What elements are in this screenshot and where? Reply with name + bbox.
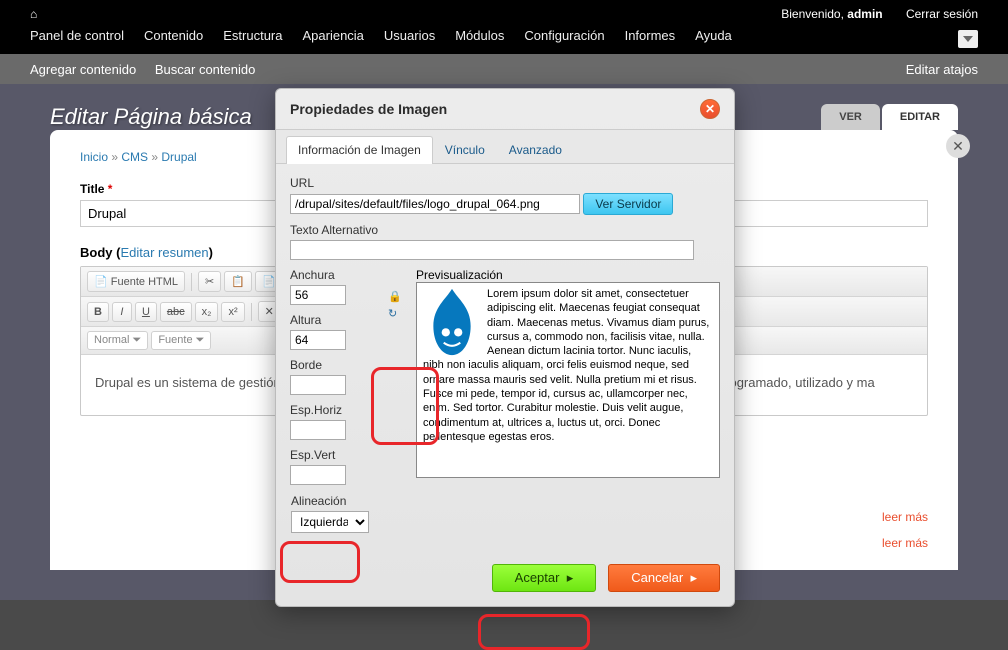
- alt-input[interactable]: [290, 240, 694, 260]
- bc-home[interactable]: Inicio: [80, 150, 108, 164]
- browse-server-button[interactable]: Ver Servidor: [583, 193, 673, 215]
- menu-structure[interactable]: Estructura: [223, 28, 282, 43]
- tab-view[interactable]: VER: [821, 104, 880, 130]
- accept-button[interactable]: Aceptar ▸: [492, 564, 597, 592]
- menu-dashboard[interactable]: Panel de control: [30, 28, 124, 43]
- copy-button[interactable]: 📋: [224, 271, 252, 292]
- bc-drupal[interactable]: Drupal: [161, 150, 196, 164]
- close-icon[interactable]: ✕: [946, 134, 970, 158]
- height-label: Altura: [290, 313, 374, 327]
- add-content-link[interactable]: Agregar contenido: [30, 62, 136, 77]
- tab-image-info[interactable]: Información de Imagen: [286, 136, 433, 164]
- find-content-link[interactable]: Buscar contenido: [155, 62, 255, 77]
- welcome-prefix: Bienvenido,: [781, 7, 844, 21]
- strike-button[interactable]: abc: [160, 302, 192, 322]
- source-button[interactable]: 📄 Fuente HTML: [87, 271, 185, 292]
- preview-label: Previsualización: [416, 268, 503, 282]
- border-input[interactable]: [290, 375, 346, 395]
- username: admin: [847, 7, 882, 21]
- url-label: URL: [290, 176, 720, 190]
- menu-help[interactable]: Ayuda: [695, 28, 732, 43]
- image-properties-dialog: Propiedades de Imagen ✕ Información de I…: [275, 88, 735, 607]
- menu-users[interactable]: Usuarios: [384, 28, 435, 43]
- body-label: Body: [80, 245, 113, 260]
- alt-label: Texto Alternativo: [290, 223, 720, 237]
- highlight-accept: [478, 614, 590, 650]
- dialog-close-button[interactable]: ✕: [700, 99, 720, 119]
- width-input[interactable]: [290, 285, 346, 305]
- tab-edit[interactable]: EDITAR: [882, 104, 958, 130]
- italic-button[interactable]: I: [112, 302, 132, 322]
- read-more-link-2[interactable]: leer más: [882, 536, 928, 550]
- menu-content[interactable]: Contenido: [144, 28, 203, 43]
- subscript-button[interactable]: x₂: [195, 302, 219, 322]
- edit-shortcuts-link[interactable]: Editar atajos: [906, 62, 978, 77]
- bold-button[interactable]: B: [87, 302, 109, 322]
- cut-button[interactable]: ✂: [198, 271, 221, 292]
- font-select[interactable]: Fuente ⏷: [151, 331, 211, 350]
- title-label: Title: [80, 182, 104, 196]
- menu-modules[interactable]: Módulos: [455, 28, 504, 43]
- underline-button[interactable]: U: [135, 302, 157, 322]
- menu-appearance[interactable]: Apariencia: [302, 28, 363, 43]
- bc-cms[interactable]: CMS: [121, 150, 148, 164]
- width-label: Anchura: [290, 268, 374, 282]
- edit-summary-link[interactable]: Editar resumen: [120, 245, 208, 260]
- page-title: Editar Página básica: [50, 104, 252, 130]
- toolbar-toggle[interactable]: [958, 30, 978, 48]
- align-select[interactable]: Izquierda: [291, 511, 369, 533]
- vspace-label: Esp.Vert: [290, 448, 374, 462]
- dialog-title: Propiedades de Imagen: [290, 101, 447, 117]
- hspace-label: Esp.Horiz: [290, 403, 374, 417]
- admin-menu: Panel de control Contenido Estructura Ap…: [0, 24, 1008, 47]
- reset-size-icon[interactable]: ↻: [388, 307, 402, 320]
- drupal-logo-icon: [423, 287, 481, 357]
- superscript-button[interactable]: x²: [221, 302, 244, 322]
- logout-link[interactable]: Cerrar sesión: [906, 7, 978, 21]
- hspace-input[interactable]: [290, 420, 346, 440]
- home-icon[interactable]: ⌂: [30, 7, 37, 21]
- menu-reports[interactable]: Informes: [625, 28, 676, 43]
- tab-link[interactable]: Vínculo: [433, 136, 497, 163]
- align-label: Alineación: [291, 494, 373, 508]
- border-label: Borde: [290, 358, 374, 372]
- preview-box: Lorem ipsum dolor sit amet, consectetuer…: [416, 282, 720, 478]
- cancel-button[interactable]: Cancelar ▸: [608, 564, 720, 592]
- lock-ratio-icon[interactable]: 🔒: [388, 290, 402, 303]
- tab-advanced[interactable]: Avanzado: [497, 136, 574, 163]
- read-more-link[interactable]: leer más: [882, 510, 928, 524]
- user-greeting: Bienvenido, admin Cerrar sesión: [761, 7, 978, 21]
- menu-config[interactable]: Configuración: [524, 28, 604, 43]
- vspace-input[interactable]: [290, 465, 346, 485]
- height-input[interactable]: [290, 330, 346, 350]
- url-input[interactable]: [290, 194, 580, 214]
- format-select[interactable]: Normal ⏷: [87, 331, 148, 350]
